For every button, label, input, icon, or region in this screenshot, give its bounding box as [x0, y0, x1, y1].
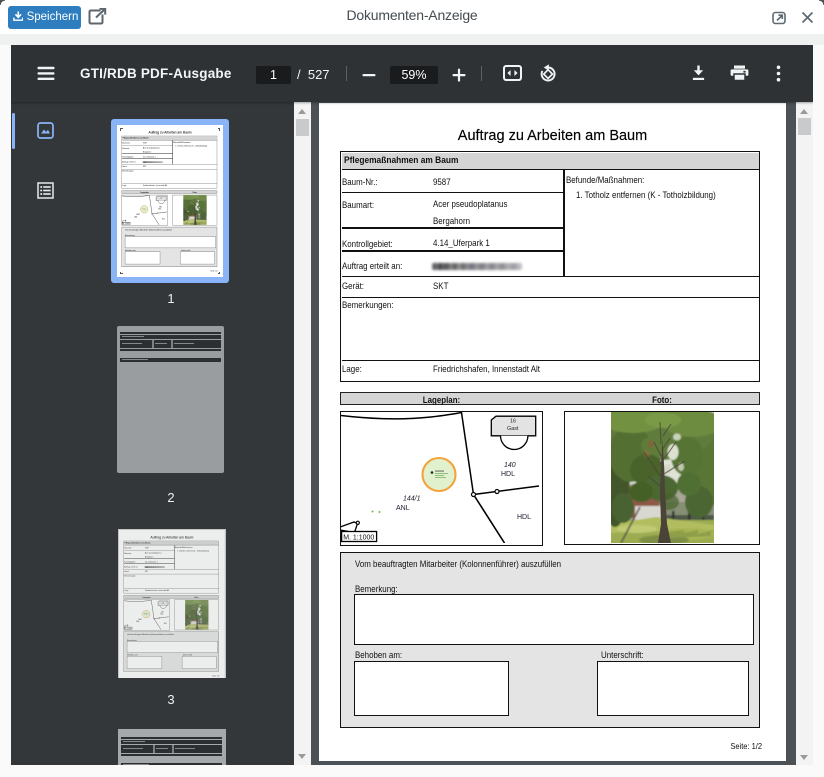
svg-text:M. 1:1000: M. 1:1000: [343, 534, 374, 541]
svg-text:140: 140: [504, 462, 516, 469]
svg-text:HDL: HDL: [517, 514, 531, 521]
svg-text:16: 16: [510, 419, 516, 425]
svg-text:M. 1:1000: M. 1:1000: [122, 223, 129, 225]
svg-text:HDL: HDL: [501, 471, 515, 478]
svg-text:144/1: 144/1: [403, 496, 421, 503]
svg-text:HDL: HDL: [158, 209, 161, 211]
svg-text:Gast: Gast: [507, 426, 519, 432]
svg-text:140: 140: [159, 206, 162, 209]
svg-text:144/1: 144/1: [136, 213, 140, 216]
svg-text:HDL: HDL: [162, 218, 165, 220]
svg-text:ANL: ANL: [396, 505, 410, 512]
